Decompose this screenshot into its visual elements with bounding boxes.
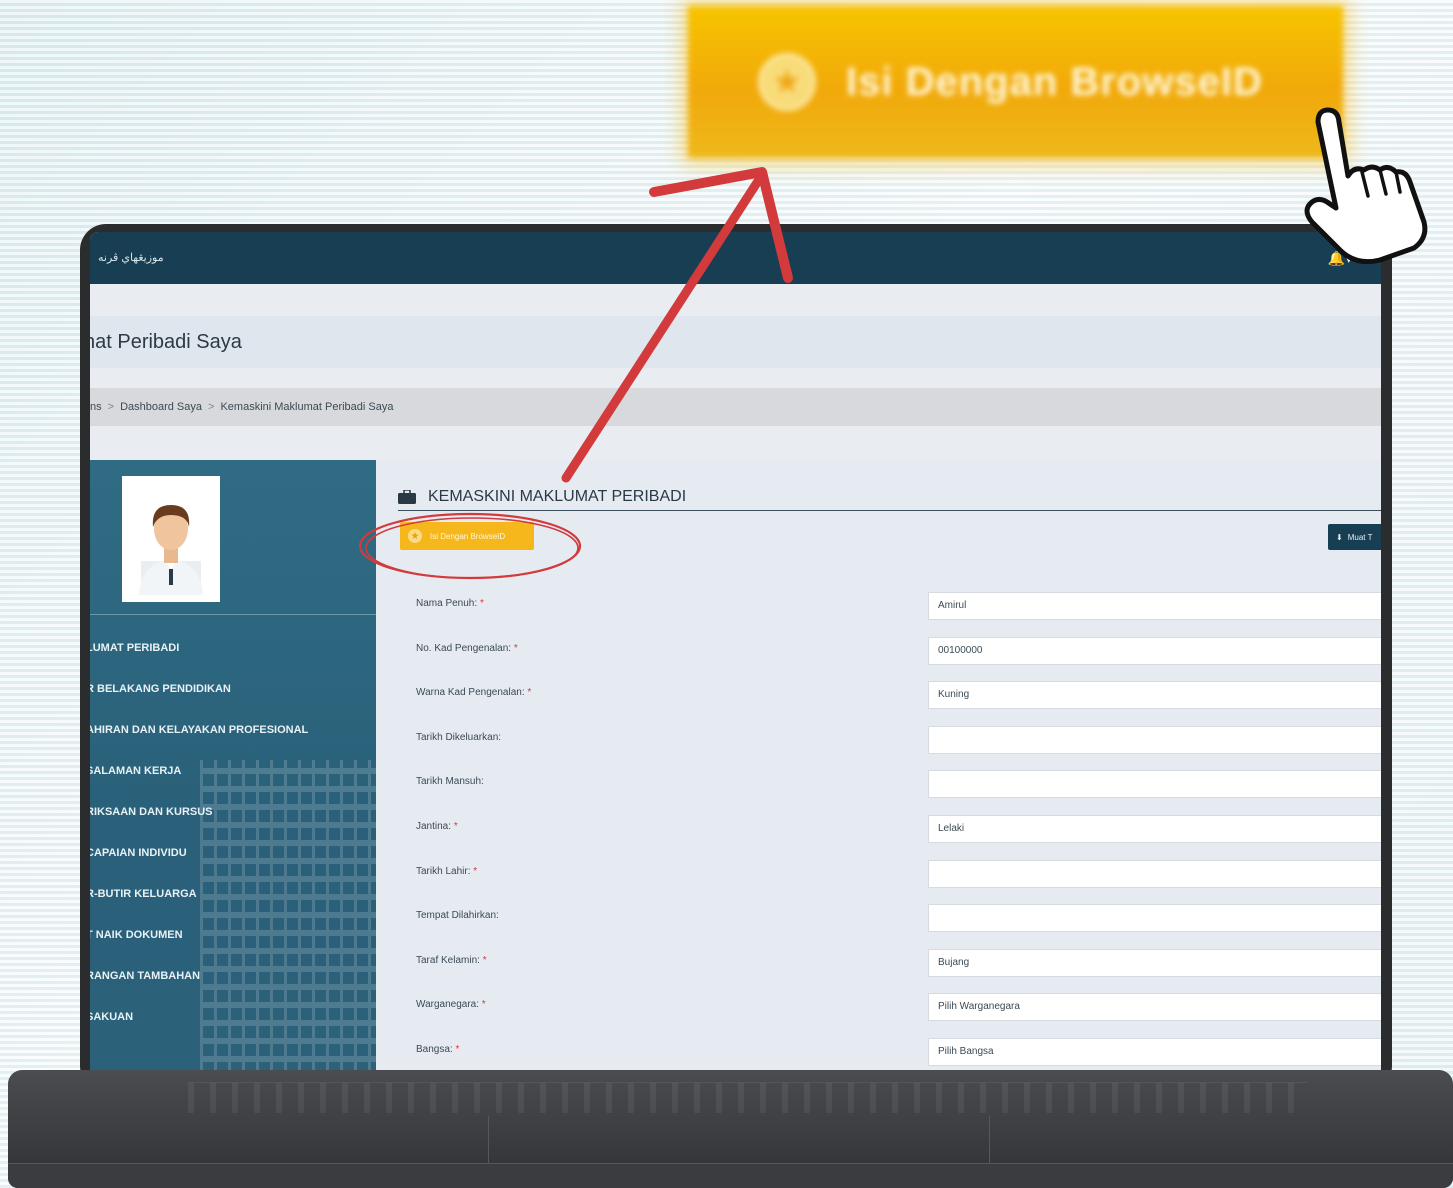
field-label: No. Kad Pengenalan: * [416, 643, 518, 654]
zoomed-mykad-banner: ★ Isi Dengan BrowseID [688, 6, 1343, 158]
field-label-text: Tarikh Dikeluarkan: [416, 731, 502, 743]
field-label: Tarikh Dikeluarkan: [416, 732, 501, 743]
form-row: No. Kad Pengenalan: * 00100000 [416, 636, 1381, 667]
avatar [122, 476, 220, 602]
field-label: Nama Penuh: * [416, 598, 484, 609]
field-input[interactable]: 00100000 [928, 636, 1381, 665]
sidebar-item-keluarga[interactable]: R-BUTIR KELUARGA [90, 874, 376, 915]
field-label: Jantina: * [416, 821, 458, 832]
download-button-label: Muat T [1347, 532, 1373, 542]
field-input[interactable]: Amirul [928, 592, 1381, 620]
field-label: Bangsa: * [416, 1044, 459, 1055]
form-row: Bangsa: * Pilih Bangsa [416, 1038, 1381, 1068]
form-row: Tarikh Mansuh: [416, 770, 1381, 800]
laptop-screen: موزيڠهاي ڤرنه 🔔▾ En nat Peribadi Saya ns… [90, 232, 1381, 1072]
laptop-edge [8, 1163, 1453, 1188]
sidebar-item-pengalaman-kerja[interactable]: SALAMAN KERJA [90, 751, 376, 792]
field-input[interactable]: Bujang [928, 948, 1381, 977]
sidebar-item-kemahiran[interactable]: AHIRAN DAN KELAYAKAN PROFESIONAL [90, 710, 376, 751]
field-input[interactable]: Pilih Bangsa [928, 1038, 1381, 1066]
field-input[interactable]: Pilih Warganegara [928, 993, 1381, 1022]
required-marker: * [513, 642, 518, 654]
download-button[interactable]: ⬇ Muat T [1328, 524, 1381, 550]
user-avatar-icon [139, 505, 203, 595]
section-title: KEMASKINI MAKLUMAT PERIBADI [428, 488, 687, 505]
sidebar-item-latar-belakang-pendidikan[interactable]: R BELAKANG PENDIDIKAN [90, 669, 376, 710]
badge-icon: ★ [758, 53, 816, 111]
page-title-bar: nat Peribadi Saya [90, 316, 1381, 368]
logo-text: موزيڠهاي ڤرنه [98, 252, 164, 264]
required-marker: * [482, 954, 487, 966]
sidebar-divider [90, 614, 376, 615]
main-panel: KEMASKINI MAKLUMAT PERIBADI ★ Isi Dengan… [376, 460, 1381, 1072]
field-label-text: Tarikh Mansuh: [416, 776, 484, 788]
page-title: nat Peribadi Saya [90, 330, 242, 353]
required-marker: * [527, 687, 532, 699]
form-row: Warna Kad Pengenalan: * Kuning [416, 681, 1381, 711]
form-row: Tarikh Dikeluarkan: [416, 725, 1381, 756]
fill-with-mykad-button[interactable]: ★ Isi Dengan BrowseID [400, 522, 534, 550]
field-input[interactable] [928, 859, 1381, 888]
sidebar-item-maklumat-peribadi[interactable]: LUMAT PERIBADI [90, 628, 376, 669]
sidebar-item-pencapaian[interactable]: CAPAIAN INDIVIDU [90, 833, 376, 874]
form-row: Taraf Kelamin: * Bujang [416, 948, 1381, 979]
site-logo[interactable]: موزيڠهاي ڤرنه [98, 252, 164, 264]
section-header: KEMASKINI MAKLUMAT PERIBADI [398, 484, 1381, 511]
required-marker: * [479, 598, 484, 609]
required-marker: * [473, 865, 478, 877]
form-row: Jantina: * Lelaki [416, 815, 1381, 845]
breadcrumb-item-current: Kemaskini Maklumat Peribadi Saya [220, 401, 394, 413]
breadcrumb-separator: > [208, 401, 215, 413]
required-marker: * [481, 999, 486, 1011]
field-label-text: Nama Penuh: [416, 598, 478, 609]
field-label: Taraf Kelamin: * [416, 955, 487, 966]
field-label-text: Tarikh Lahir: [416, 865, 471, 877]
breadcrumb-item-home[interactable]: ns [90, 401, 102, 413]
sidebar-menu: LUMAT PERIBADI R BELAKANG PENDIDIKAN AHI… [90, 628, 376, 1038]
zoomed-banner-text: Isi Dengan BrowseID [846, 59, 1263, 104]
badge-icon: ★ [408, 529, 422, 543]
laptop-keyboard [188, 1082, 1308, 1113]
pointer-hand-icon [1304, 107, 1428, 264]
field-input[interactable] [928, 725, 1381, 754]
field-label: Tempat Dilahirkan: [416, 910, 499, 921]
required-marker: * [453, 821, 458, 832]
briefcase-icon [398, 490, 416, 504]
form-row: Warganegara: * Pilih Warganegara [416, 993, 1381, 1023]
field-label: Warna Kad Pengenalan: * [416, 687, 531, 698]
field-input[interactable]: Kuning [928, 681, 1381, 710]
field-input[interactable]: Lelaki [928, 815, 1381, 843]
form-row: Nama Penuh: * Amirul [416, 592, 1381, 622]
form-row: Tarikh Lahir: * [416, 859, 1381, 890]
field-label-text: Tempat Dilahirkan: [416, 910, 499, 922]
field-label-text: Warna Kad Pengenalan: [416, 687, 525, 699]
laptop-base [8, 1070, 1453, 1188]
top-navbar: موزيڠهاي ڤرنه 🔔▾ En [90, 232, 1381, 284]
field-input[interactable] [928, 770, 1381, 799]
field-label: Tarikh Lahir: * [416, 866, 477, 877]
breadcrumb-separator: > [107, 401, 115, 413]
fill-with-mykad-label: Isi Dengan BrowseID [430, 531, 506, 541]
breadcrumb-item-dashboard[interactable]: Dashboard Saya [120, 401, 202, 413]
field-label: Tarikh Mansuh: [416, 776, 484, 787]
sidebar: LUMAT PERIBADI R BELAKANG PENDIDIKAN AHI… [90, 460, 376, 1072]
field-label-text: Taraf Kelamin: [416, 954, 480, 966]
download-icon: ⬇ [1336, 532, 1343, 542]
sidebar-item-pengakuan[interactable]: SAKUAN [90, 997, 376, 1038]
sidebar-item-keterangan[interactable]: RANGAN TAMBAHAN [90, 956, 376, 997]
required-marker: * [455, 1044, 460, 1055]
field-label-text: Jantina: [416, 821, 452, 832]
form-row: Tempat Dilahirkan: [416, 904, 1381, 934]
field-label-text: Bangsa: [416, 1044, 453, 1055]
sidebar-item-peperiksaan[interactable]: RIKSAAN DAN KURSUS [90, 792, 376, 833]
field-input[interactable] [928, 904, 1381, 933]
field-label: Warganegara: * [416, 999, 486, 1010]
field-label-text: Warganegara: [416, 999, 479, 1011]
breadcrumb: ns > Dashboard Saya > Kemaskini Maklumat… [90, 388, 1381, 426]
sidebar-item-muat-naik[interactable]: T NAIK DOKUMEN [90, 915, 376, 956]
field-label-text: No. Kad Pengenalan: [416, 642, 512, 654]
